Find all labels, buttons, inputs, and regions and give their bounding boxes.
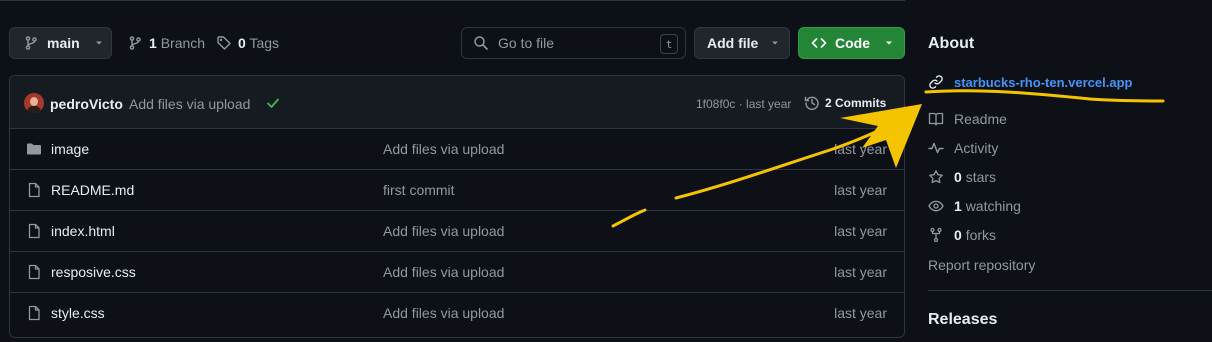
file-commit-message[interactable]: Add files via upload [383, 264, 504, 280]
website-url[interactable]: starbucks-rho-ten.vercel.app [954, 75, 1132, 90]
folder-icon [26, 141, 42, 157]
about-heading: About [928, 35, 975, 52]
releases-heading[interactable]: Releases [928, 311, 997, 329]
add-file-label: Add file [707, 35, 759, 51]
link-icon [928, 74, 944, 90]
file-date: last year [834, 182, 887, 198]
stars-label: stars [965, 169, 997, 185]
branches-count: 1 [149, 35, 157, 51]
commit-author[interactable]: pedroVicto [50, 96, 123, 112]
file-name[interactable]: image [51, 141, 89, 157]
file-date: last year [834, 223, 887, 239]
commit-hash-time[interactable]: 1f08f0c · last year [696, 97, 791, 111]
chevron-down-icon [94, 38, 104, 48]
book-icon [928, 111, 944, 127]
forks-link[interactable]: 0 forks [928, 227, 996, 243]
file-row[interactable]: resposive.css Add files via upload last ye… [10, 252, 904, 293]
activity-label: Activity [954, 140, 999, 156]
forks-count: 0 [954, 227, 962, 243]
check-icon[interactable] [266, 96, 280, 110]
watching-label: watching [965, 198, 1021, 214]
readme-link[interactable]: Readme [928, 111, 1007, 127]
file-name[interactable]: README.md [51, 182, 134, 198]
file-name[interactable]: style.css [51, 305, 105, 321]
eye-icon [928, 198, 944, 214]
go-to-file-search[interactable]: Go to file t [461, 27, 686, 59]
file-date: last year [834, 305, 887, 321]
branches-label: Branch [160, 35, 206, 51]
file-row[interactable]: style.css Add files via upload last year [10, 293, 904, 334]
file-row[interactable]: image Add files via upload last year [10, 129, 904, 170]
tags-link[interactable]: 0 Tags [216, 35, 279, 51]
sidebar-divider [928, 290, 1212, 291]
code-icon [811, 35, 827, 51]
commits-count-label: 2 Commits [825, 96, 887, 110]
file-row[interactable]: index.html Add files via upload last year [10, 211, 904, 252]
latest-commit-bar: pedroVicto Add files via upload 1f08f0c … [10, 76, 904, 129]
branches-link[interactable]: 1 Branch [127, 35, 205, 51]
watching-count: 1 [954, 198, 962, 214]
readme-label: Readme [954, 111, 1007, 127]
file-row[interactable]: README.md first commit last year [10, 170, 904, 211]
star-icon [928, 169, 944, 185]
file-commit-message[interactable]: Add files via upload [383, 141, 504, 157]
file-date: last year [834, 264, 887, 280]
git-branch-icon [127, 35, 143, 51]
file-date: last year [834, 141, 887, 157]
pulse-icon [928, 140, 944, 156]
history-icon [804, 95, 820, 111]
file-icon [26, 305, 42, 321]
file-commit-message[interactable]: Add files via upload [383, 305, 504, 321]
code-button[interactable]: Code [798, 27, 905, 59]
file-icon [26, 264, 42, 280]
code-label: Code [835, 35, 870, 51]
tags-label: Tags [249, 35, 280, 51]
annotation-underline [924, 89, 1165, 103]
activity-link[interactable]: Activity [928, 140, 998, 156]
stars-link[interactable]: 0 stars [928, 169, 996, 185]
search-shortcut-key: t [660, 34, 678, 54]
report-repository-link[interactable]: Report repository [928, 257, 1035, 273]
top-divider [0, 0, 905, 1]
branch-name: main [47, 35, 80, 51]
file-name[interactable]: index.html [51, 223, 115, 239]
website-link[interactable]: starbucks-rho-ten.vercel.app [928, 74, 1132, 90]
watching-link[interactable]: 1 watching [928, 198, 1021, 214]
chevron-down-icon [884, 38, 894, 48]
chevron-down-icon [770, 38, 780, 48]
search-placeholder: Go to file [498, 35, 555, 51]
avatar[interactable] [24, 93, 44, 113]
add-file-button[interactable]: Add file [694, 27, 790, 59]
commits-history-link[interactable]: 2 Commits [804, 95, 886, 111]
fork-icon [928, 227, 944, 243]
file-list: pedroVicto Add files via upload 1f08f0c … [9, 75, 905, 338]
forks-label: forks [965, 227, 997, 243]
tag-icon [216, 35, 232, 51]
branch-selector-button[interactable]: main [9, 27, 112, 59]
stars-count: 0 [954, 169, 962, 185]
file-commit-message[interactable]: Add files via upload [383, 223, 504, 239]
file-commit-message[interactable]: first commit [383, 182, 455, 198]
file-icon [26, 223, 42, 239]
search-icon [473, 35, 489, 51]
git-branch-icon [23, 35, 39, 51]
file-icon [26, 182, 42, 198]
file-name[interactable]: resposive.css [51, 264, 136, 280]
tags-count: 0 [238, 35, 246, 51]
commit-message[interactable]: Add files via upload [129, 96, 250, 112]
